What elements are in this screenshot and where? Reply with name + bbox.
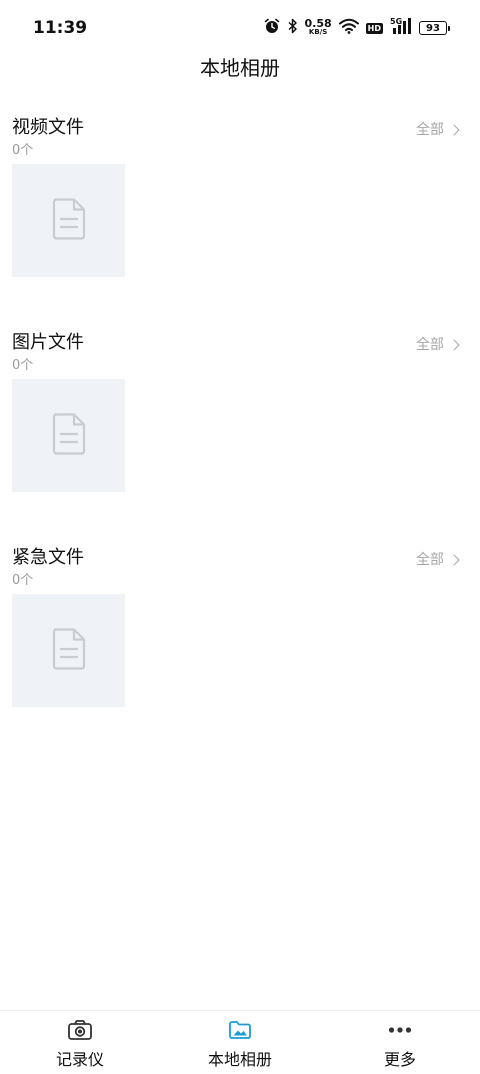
document-icon [52,197,86,244]
see-all-label: 全部 [416,337,444,353]
battery-tip [448,25,450,31]
signal-icon: 5G [390,17,412,39]
more-dots-icon [388,1019,412,1041]
alarm-icon [264,18,280,38]
chevron-right-icon [448,123,460,136]
nav-item-local-album[interactable]: 本地相册 [160,1011,320,1074]
empty-file-placeholder[interactable] [12,594,125,707]
section-image-files: 图片文件 0个 全部 [0,328,480,508]
empty-file-placeholder[interactable] [12,379,125,492]
nav-item-recorder[interactable]: 记录仪 [0,1011,160,1074]
see-all-label: 全部 [416,122,444,138]
battery-level: 93 [419,21,447,35]
nav-label: 本地相册 [207,1050,272,1069]
see-all-emergency-button[interactable]: 全部 [416,549,460,569]
status-bar: 11:39 0.58 KB/S HD 5G 93 [0,0,480,56]
net-speed-unit: KB/S [308,28,328,36]
see-all-video-button[interactable]: 全部 [416,119,460,139]
document-icon [52,627,86,674]
chevron-right-icon [448,553,460,566]
nav-label: 记录仪 [55,1050,104,1069]
chevron-right-icon [448,338,460,351]
document-icon [52,412,86,459]
section-title: 紧急文件 [12,547,84,568]
section-video-files: 视频文件 0个 全部 [0,113,480,293]
bluetooth-icon [287,18,298,38]
hd-badge: HD [365,22,383,34]
nav-label: 更多 [383,1050,416,1069]
section-count: 0个 [12,143,34,158]
battery-indicator: 93 [419,21,450,35]
net-speed: 0.58 KB/S [304,17,332,37]
see-all-label: 全部 [416,552,444,568]
status-icons: 0.58 KB/S HD 5G 93 [264,17,450,39]
section-count: 0个 [12,358,34,373]
nav-item-more[interactable]: 更多 [320,1011,480,1074]
section-title: 图片文件 [12,332,84,353]
network-type-label: 5G [390,17,402,26]
bottom-nav: 记录仪 本地相册 更多 [0,1010,480,1074]
status-time: 11:39 [33,18,88,38]
section-count: 0个 [12,573,34,588]
folder-image-icon [228,1019,252,1041]
see-all-image-button[interactable]: 全部 [416,334,460,354]
section-title: 视频文件 [12,117,84,138]
wifi-icon [338,18,359,38]
section-emergency-files: 紧急文件 0个 全部 [0,543,480,723]
page-title: 本地相册 [200,56,280,80]
empty-file-placeholder[interactable] [12,164,125,277]
net-speed-value: 0.58 [304,17,332,30]
camera-icon [67,1019,93,1041]
